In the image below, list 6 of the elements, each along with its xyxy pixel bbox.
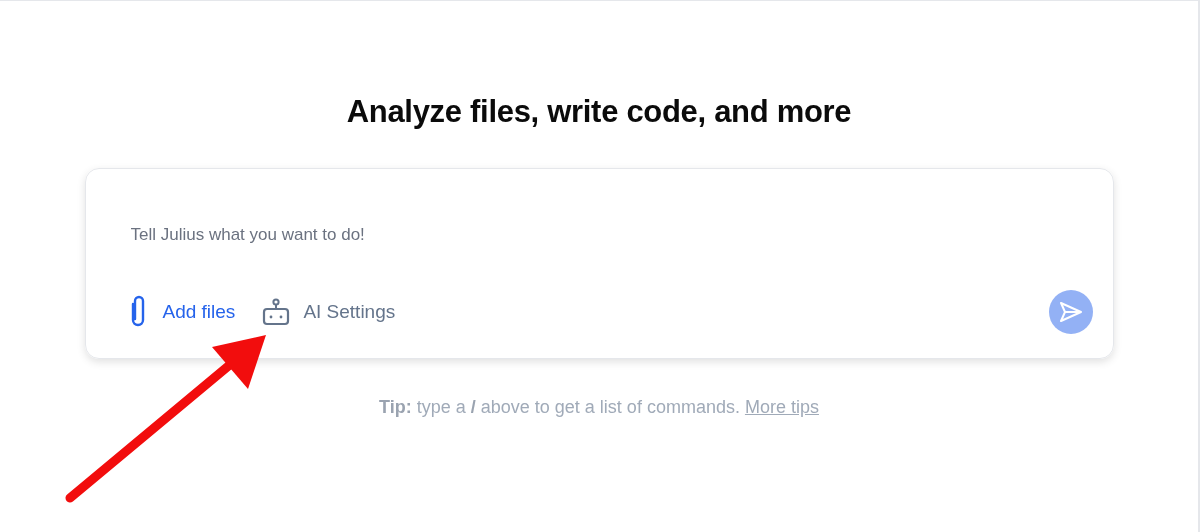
add-files-button[interactable]: Add files (118, 291, 242, 333)
send-icon (1058, 301, 1083, 323)
tip-text: Tip: type a / above to get a list of commands. More tips (379, 397, 819, 418)
settings-button[interactable]: AI Settings (255, 294, 402, 330)
page-heading: Analyze files, write code, and more (346, 94, 852, 130)
robot-icon (261, 298, 292, 326)
